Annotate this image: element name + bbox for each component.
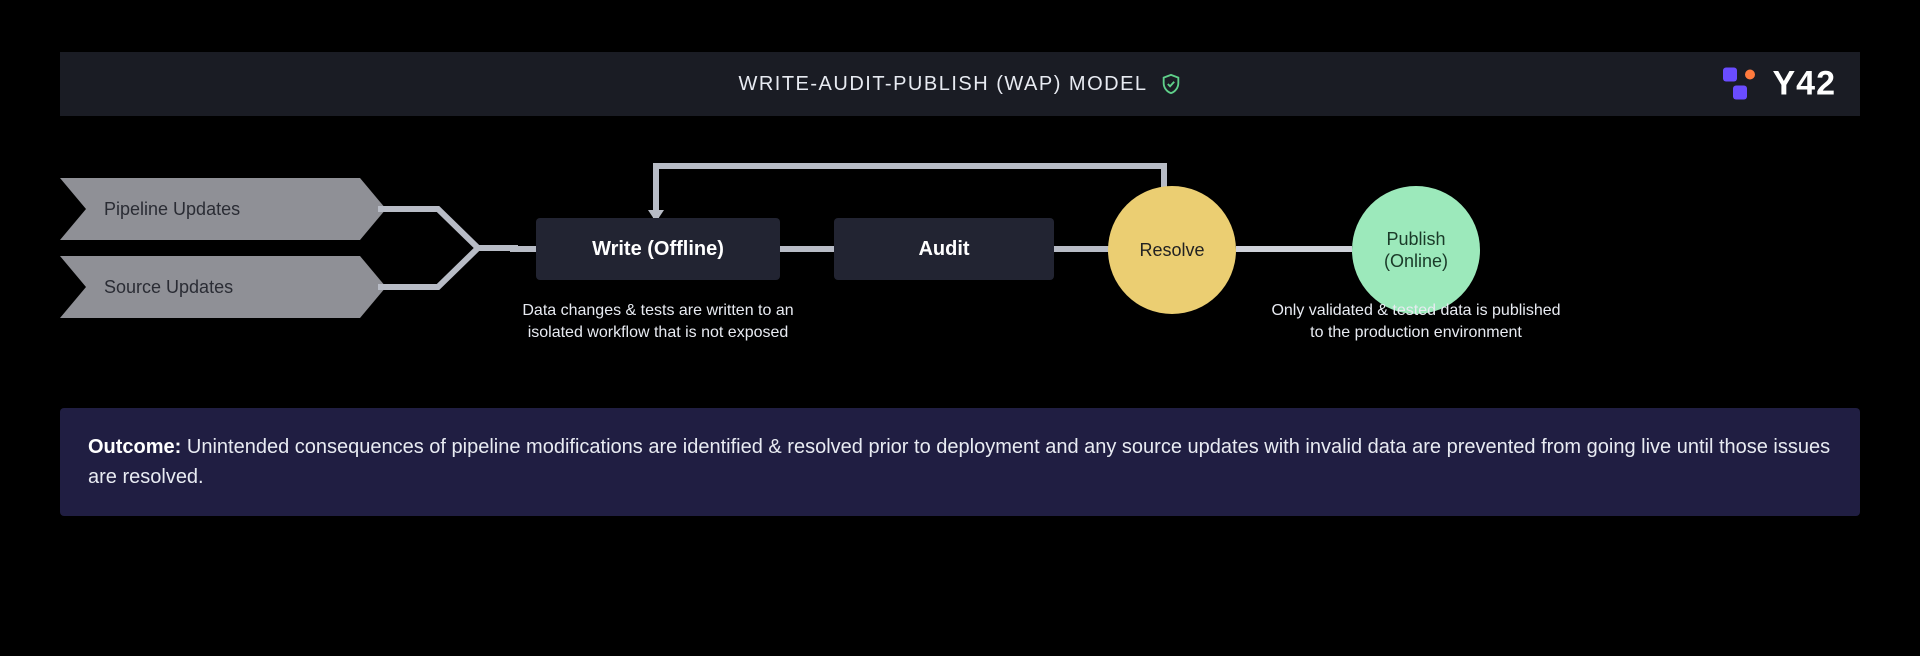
- shield-check-icon: [1160, 72, 1182, 96]
- caption-write: Data changes & tests are written to an i…: [508, 300, 808, 345]
- header-title: WRITE-AUDIT-PUBLISH (WAP) MODEL: [738, 73, 1147, 96]
- connector-in: [510, 246, 536, 252]
- input-group: Pipeline Updates Source Updates: [60, 178, 360, 334]
- logo-text: Y42: [1773, 65, 1837, 104]
- input-pipeline-updates: Pipeline Updates: [60, 178, 360, 240]
- feedback-loop-icon: [640, 150, 1180, 220]
- brand-logo: Y42: [1723, 65, 1837, 104]
- node-audit: Audit: [834, 218, 1054, 280]
- caption-publish: Only validated & tested data is publishe…: [1266, 300, 1566, 345]
- node-publish: Publish (Online): [1352, 186, 1480, 314]
- header-bar: WRITE-AUDIT-PUBLISH (WAP) MODEL Y42: [60, 52, 1860, 116]
- merge-connector-icon: [378, 178, 518, 318]
- input-source-label: Source Updates: [104, 277, 233, 298]
- node-resolve: Resolve: [1108, 186, 1236, 314]
- connector-write-audit: [780, 246, 834, 252]
- outcome-label: Outcome:: [88, 436, 181, 458]
- input-source-updates: Source Updates: [60, 256, 360, 318]
- node-write: Write (Offline): [536, 218, 780, 280]
- connector-audit-resolve: [1054, 246, 1110, 252]
- connector-resolve-publish: [1236, 246, 1352, 252]
- node-resolve-label: Resolve: [1139, 239, 1204, 262]
- outcome-banner: Outcome: Unintended consequences of pipe…: [60, 408, 1860, 516]
- header-title-wrap: WRITE-AUDIT-PUBLISH (WAP) MODEL: [738, 72, 1181, 96]
- node-write-label: Write (Offline): [592, 238, 724, 261]
- input-pipeline-label: Pipeline Updates: [104, 199, 240, 220]
- logo-mark-icon: [1723, 67, 1763, 101]
- node-audit-label: Audit: [918, 238, 969, 261]
- node-publish-label: Publish (Online): [1352, 228, 1480, 273]
- outcome-text: Unintended consequences of pipeline modi…: [88, 436, 1830, 488]
